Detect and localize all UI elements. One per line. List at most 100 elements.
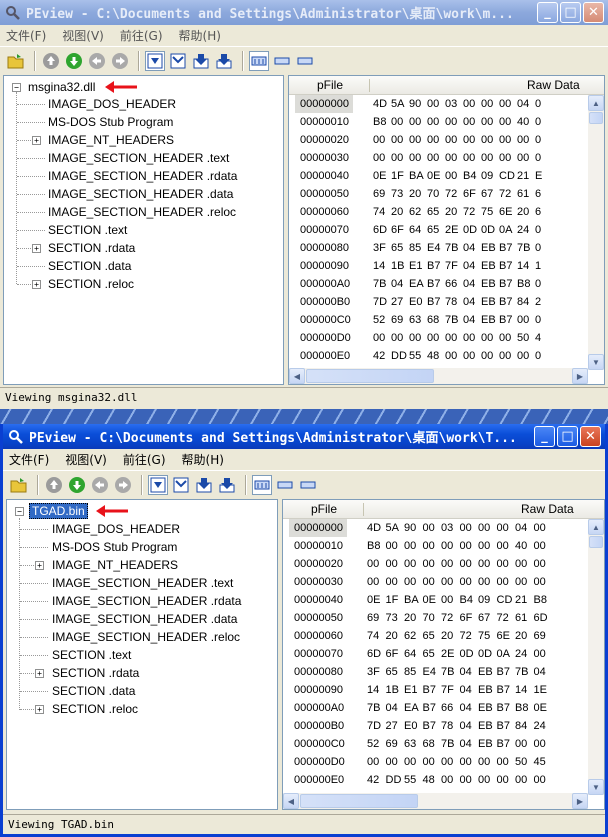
- view-a-button[interactable]: [145, 50, 165, 71]
- tree-item[interactable]: IMAGE_SECTION_HEADER .text: [52, 574, 233, 592]
- nav-forward-button[interactable]: [110, 51, 130, 71]
- layout-b-button[interactable]: [272, 51, 292, 71]
- title-bar[interactable]: PEview - C:\Documents and Settings\Admin…: [3, 424, 605, 449]
- tree-item[interactable]: SECTION .reloc: [52, 700, 138, 718]
- expand-toggle[interactable]: +: [35, 669, 44, 678]
- view-b-button[interactable]: [168, 51, 188, 71]
- horizontal-scrollbar[interactable]: ◀ ▶: [289, 368, 588, 384]
- hex-row[interactable]: 00000000 4D 5A 90 00 03 00 00 00 04 0: [289, 95, 589, 113]
- tree-item[interactable]: IMAGE_NT_HEADERS: [52, 556, 178, 574]
- hex-row[interactable]: 00000030 00 00 00 00 00 00 00 00 00 00: [283, 573, 583, 591]
- scroll-up-button[interactable]: ▲: [588, 519, 604, 535]
- nav-back-button[interactable]: [87, 51, 107, 71]
- hex-row[interactable]: 000000D0 00 00 00 00 00 00 00 00 50 4: [289, 329, 589, 347]
- hex-row[interactable]: 00000050 69 73 20 70 72 6F 67 72 61 6D: [283, 609, 583, 627]
- view-c-button[interactable]: [194, 475, 214, 495]
- scroll-right-button[interactable]: ▶: [572, 793, 588, 809]
- menu-help[interactable]: 帮助(H): [182, 451, 224, 468]
- column-divider[interactable]: [363, 503, 364, 516]
- maximize-button[interactable]: □: [560, 2, 581, 23]
- tree-item[interactable]: SECTION .data: [48, 257, 131, 275]
- hex-row[interactable]: 00000040 0E 1F BA 0E 00 B4 09 CD 21 E: [289, 167, 589, 185]
- hex-row[interactable]: 00000080 3F 65 85 E4 7B 04 EB B7 7B 04: [283, 663, 583, 681]
- layout-c-button[interactable]: [295, 51, 315, 71]
- hex-row[interactable]: 00000050 69 73 20 70 72 6F 67 72 61 6: [289, 185, 589, 203]
- nav-up-button[interactable]: [41, 51, 61, 71]
- hex-row[interactable]: 00000090 14 1B E1 B7 7F 04 EB B7 14 1: [289, 257, 589, 275]
- scroll-thumb[interactable]: [589, 536, 603, 548]
- close-button[interactable]: ✕: [583, 2, 604, 23]
- hex-row[interactable]: 00000030 00 00 00 00 00 00 00 00 00 0: [289, 149, 589, 167]
- column-pfile[interactable]: pFile: [311, 502, 337, 516]
- view-c-button[interactable]: [191, 51, 211, 71]
- tree-root[interactable]: msgina32.dll: [28, 78, 95, 96]
- open-file-button[interactable]: [6, 51, 26, 71]
- expand-toggle[interactable]: +: [32, 280, 41, 289]
- hex-row[interactable]: 000000C0 52 69 63 68 7B 04 EB B7 00 0: [289, 311, 589, 329]
- tree-item[interactable]: IMAGE_SECTION_HEADER .reloc: [52, 628, 240, 646]
- hex-row[interactable]: 00000070 6D 6F 64 65 2E 0D 0D 0A 24 0: [289, 221, 589, 239]
- minimize-button[interactable]: _: [537, 2, 558, 23]
- hex-row[interactable]: 000000A0 7B 04 EA B7 66 04 EB B7 B8 0: [289, 275, 589, 293]
- hex-row[interactable]: 000000D0 00 00 00 00 00 00 00 00 50 45: [283, 753, 583, 771]
- hex-row[interactable]: 000000E0 42 DD 55 48 00 00 00 00 00 0: [289, 347, 589, 365]
- tree-item[interactable]: IMAGE_SECTION_HEADER .data: [52, 610, 237, 628]
- column-pfile[interactable]: pFile: [317, 78, 343, 92]
- nav-down-button[interactable]: [67, 475, 87, 495]
- column-raw-data[interactable]: Raw Data: [521, 502, 574, 516]
- tree-item[interactable]: IMAGE_SECTION_HEADER .rdata: [52, 592, 241, 610]
- open-file-button[interactable]: [9, 475, 29, 495]
- hex-row[interactable]: 00000080 3F 65 85 E4 7B 04 EB B7 7B 0: [289, 239, 589, 257]
- tree-item[interactable]: SECTION .text: [52, 646, 131, 664]
- view-b-button[interactable]: [171, 475, 191, 495]
- tree-root[interactable]: TGAD.bin: [29, 502, 88, 520]
- tree-item[interactable]: IMAGE_DOS_HEADER: [48, 95, 176, 113]
- expand-toggle[interactable]: +: [35, 561, 44, 570]
- nav-back-button[interactable]: [90, 475, 110, 495]
- scroll-right-button[interactable]: ▶: [572, 368, 588, 384]
- hex-row[interactable]: 00000070 6D 6F 64 65 2E 0D 0D 0A 24 00: [283, 645, 583, 663]
- scroll-down-button[interactable]: ▼: [588, 354, 604, 370]
- hex-row[interactable]: 00000090 14 1B E1 B7 7F 04 EB B7 14 1E: [283, 681, 583, 699]
- nav-up-button[interactable]: [44, 475, 64, 495]
- scroll-up-button[interactable]: ▲: [588, 95, 604, 111]
- tree-item[interactable]: MS-DOS Stub Program: [52, 538, 177, 556]
- title-bar[interactable]: PEview - C:\Documents and Settings\Admin…: [0, 0, 608, 25]
- tree-item[interactable]: IMAGE_SECTION_HEADER .text: [48, 149, 229, 167]
- hex-row[interactable]: 000000E0 42 DD 55 48 00 00 00 00 00 00: [283, 771, 583, 789]
- hex-row[interactable]: 000000C0 52 69 63 68 7B 04 EB B7 00 00: [283, 735, 583, 753]
- tree-item[interactable]: IMAGE_DOS_HEADER: [52, 520, 180, 538]
- tree-item[interactable]: SECTION .rdata: [48, 239, 135, 257]
- expand-toggle[interactable]: +: [32, 244, 41, 253]
- hex-row[interactable]: 00000010 B8 00 00 00 00 00 00 00 40 00: [283, 537, 583, 555]
- tree-item[interactable]: SECTION .rdata: [52, 664, 139, 682]
- menu-view[interactable]: 视图(V): [62, 27, 104, 44]
- hex-row[interactable]: 00000060 74 20 62 65 20 72 75 6E 20 6: [289, 203, 589, 221]
- menu-help[interactable]: 帮助(H): [179, 27, 221, 44]
- expand-toggle[interactable]: +: [35, 705, 44, 714]
- scroll-thumb[interactable]: [306, 369, 434, 383]
- vertical-scrollbar[interactable]: ▲ ▼: [588, 95, 604, 370]
- column-divider[interactable]: [369, 79, 370, 92]
- collapse-toggle[interactable]: −: [12, 83, 21, 92]
- tree-item[interactable]: SECTION .reloc: [48, 275, 134, 293]
- tree-item[interactable]: IMAGE_NT_HEADERS: [48, 131, 174, 149]
- minimize-button[interactable]: _: [534, 426, 555, 447]
- collapse-toggle[interactable]: −: [15, 507, 24, 516]
- tree-item[interactable]: IMAGE_SECTION_HEADER .rdata: [48, 167, 237, 185]
- view-a-button[interactable]: [148, 474, 168, 495]
- scroll-left-button[interactable]: ◀: [289, 368, 305, 384]
- tree-item[interactable]: IMAGE_SECTION_HEADER .reloc: [48, 203, 236, 221]
- scroll-left-button[interactable]: ◀: [283, 793, 299, 809]
- tree-item[interactable]: SECTION .text: [48, 221, 127, 239]
- menu-go[interactable]: 前往(G): [120, 27, 163, 44]
- hex-row[interactable]: 00000060 74 20 62 65 20 72 75 6E 20 69: [283, 627, 583, 645]
- nav-down-button[interactable]: [64, 51, 84, 71]
- tree-item[interactable]: IMAGE_SECTION_HEADER .data: [48, 185, 233, 203]
- hex-row[interactable]: 00000020 00 00 00 00 00 00 00 00 00 0: [289, 131, 589, 149]
- menu-file[interactable]: 文件(F): [9, 451, 49, 468]
- layout-hex-button[interactable]: [249, 50, 269, 71]
- maximize-button[interactable]: □: [557, 426, 578, 447]
- expand-toggle[interactable]: +: [32, 136, 41, 145]
- layout-hex-button[interactable]: [252, 474, 272, 495]
